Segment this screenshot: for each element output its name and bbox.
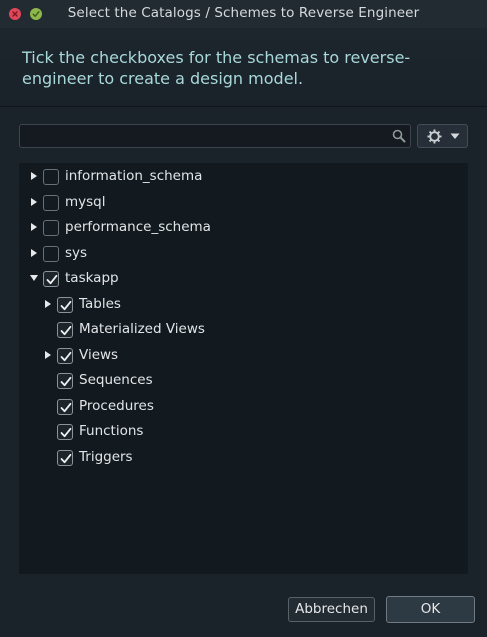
checkmark-icon [60,300,72,310]
tree-item-label: Functions [79,423,144,439]
instruction-text: Tick the checkboxes for the schemas to r… [22,48,411,88]
schema-checkbox[interactable] [57,424,73,440]
tree-item-label: Sequences [79,372,153,388]
collapsed-arrow-icon[interactable] [30,223,39,232]
schema-checkbox[interactable] [57,296,73,313]
schema-tree: information_schemamysql performance_schem… [19,163,468,574]
options-menu-button[interactable] [417,124,468,148]
collapsed-arrow-icon[interactable] [44,350,53,360]
tree-row[interactable]: Views [19,344,468,368]
tree-item-label: Views [79,346,119,363]
tree-row[interactable]: Tables [19,293,468,317]
chevron-down-icon [450,133,460,139]
search-input[interactable] [24,127,388,147]
checkmark-icon [46,274,58,285]
tree-item-label: taskapp [65,270,119,286]
cancel-button[interactable]: Abbrechen [288,597,375,622]
collapsed-arrow-icon[interactable] [30,172,39,181]
tree-row[interactable]: Functions [19,420,468,444]
tree-item-label: Materialized Views [79,321,205,337]
tree-item-label: sys [65,244,88,261]
schema-checkbox[interactable] [57,373,73,389]
checkmark-icon [60,402,72,412]
tree-item-label: Procedures [79,397,154,414]
ok-button[interactable]: OK [386,596,475,623]
tree-item-label: performance_schema [65,219,211,235]
tree-row[interactable]: information_schema [19,165,468,189]
schema-checkbox[interactable] [43,169,59,185]
search-icon[interactable] [392,129,406,143]
collapsed-arrow-icon[interactable] [30,197,39,207]
schema-checkbox[interactable] [57,347,73,364]
tree-row[interactable]: performance_schema [19,216,468,240]
gear-icon [427,129,442,144]
tree-item-label: mysql [65,193,106,210]
schema-checkbox[interactable] [57,398,73,415]
search-field[interactable] [19,124,411,148]
schema-checkbox[interactable] [43,245,59,262]
header-divider [0,106,487,107]
schema-checkbox[interactable] [43,194,59,211]
checkmark-icon [60,351,72,361]
tree-row[interactable]: taskapp [19,267,468,291]
tree-row[interactable]: Procedures [19,395,468,419]
window-title: Select the Catalogs / Schemes to Reverse… [67,5,420,21]
schema-checkbox[interactable] [43,271,59,287]
checkmark-icon [60,325,72,336]
checkmark-icon [60,376,72,387]
checkmark-icon [60,427,72,438]
title-bar: Select the Catalogs / Schemes to Reverse… [0,0,487,28]
collapsed-arrow-icon[interactable] [44,299,53,309]
tree-row[interactable]: Sequences [19,369,468,393]
tree-row[interactable]: Triggers [19,446,468,470]
schema-checkbox[interactable] [57,449,73,466]
collapsed-arrow-icon[interactable] [30,248,39,258]
schema-checkbox[interactable] [57,322,73,338]
tree-item-label: information_schema [65,168,203,184]
checkmark-icon [60,453,72,463]
tree-row[interactable]: Materialized Views [19,318,468,342]
tree-row[interactable]: sys [19,242,468,266]
dialog-window: Select the Catalogs / Schemes to Reverse… [0,0,487,637]
tree-row[interactable]: mysql [19,191,468,215]
tree-item-label: Triggers [79,448,133,465]
expanded-arrow-icon[interactable] [30,274,39,283]
tree-item-label: Tables [79,295,121,312]
schema-checkbox[interactable] [43,220,59,236]
